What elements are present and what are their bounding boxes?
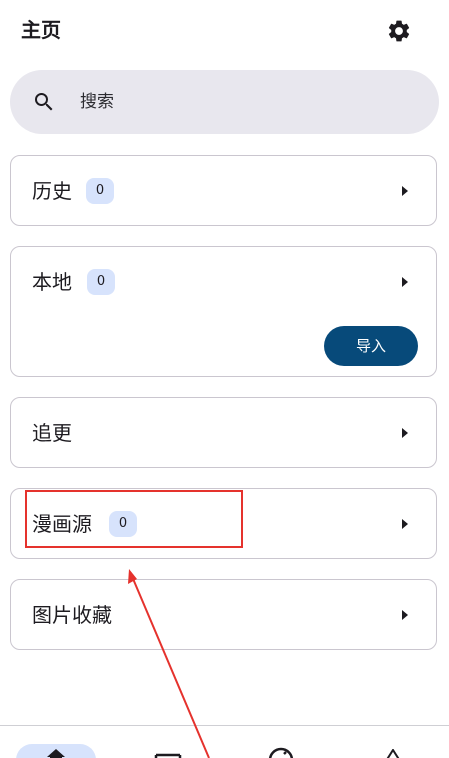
search-bar[interactable]: 搜索 [10, 70, 439, 134]
import-button[interactable]: 导入 [324, 326, 418, 366]
gear-icon [388, 20, 410, 42]
subscribe-card[interactable]: 追更 [10, 397, 437, 468]
page-title: 主页 [21, 18, 61, 42]
image-favorites-label: 图片收藏 [32, 603, 112, 627]
history-label: 历史 [32, 179, 72, 203]
subscribe-label: 追更 [32, 421, 72, 445]
nav-home-button[interactable] [16, 744, 96, 758]
history-count-badge: 0 [86, 178, 114, 204]
bottom-nav-divider [0, 725, 449, 726]
local-label: 本地 [32, 270, 72, 294]
search-icon [35, 93, 53, 111]
chevron-right-icon [402, 186, 408, 196]
home-icon [47, 749, 65, 758]
chevron-right-icon [402, 428, 408, 438]
image-icon [154, 753, 182, 758]
local-count-badge: 0 [87, 269, 115, 295]
chevron-right-icon [402, 277, 408, 287]
app-bar: 主页 [0, 0, 449, 62]
image-favorites-card[interactable]: 图片收藏 [10, 579, 437, 650]
nav-navigation-button[interactable] [384, 746, 402, 758]
nav-explore-button[interactable] [266, 745, 296, 758]
chevron-right-icon [402, 519, 408, 529]
explore-icon [268, 747, 294, 758]
home-screen: 主页 搜索 历史 0 本地 0 导入 追更 漫画源 0 图片收藏 [0, 0, 449, 758]
history-card[interactable]: 历史 0 [10, 155, 437, 226]
chevron-right-icon [402, 610, 408, 620]
nav-image-button[interactable] [154, 746, 182, 758]
search-placeholder: 搜索 [80, 92, 114, 112]
local-card[interactable]: 本地 0 导入 [10, 246, 437, 377]
settings-button[interactable] [382, 14, 416, 48]
navigation-icon [386, 748, 400, 758]
annotation-highlight-box [25, 490, 243, 548]
